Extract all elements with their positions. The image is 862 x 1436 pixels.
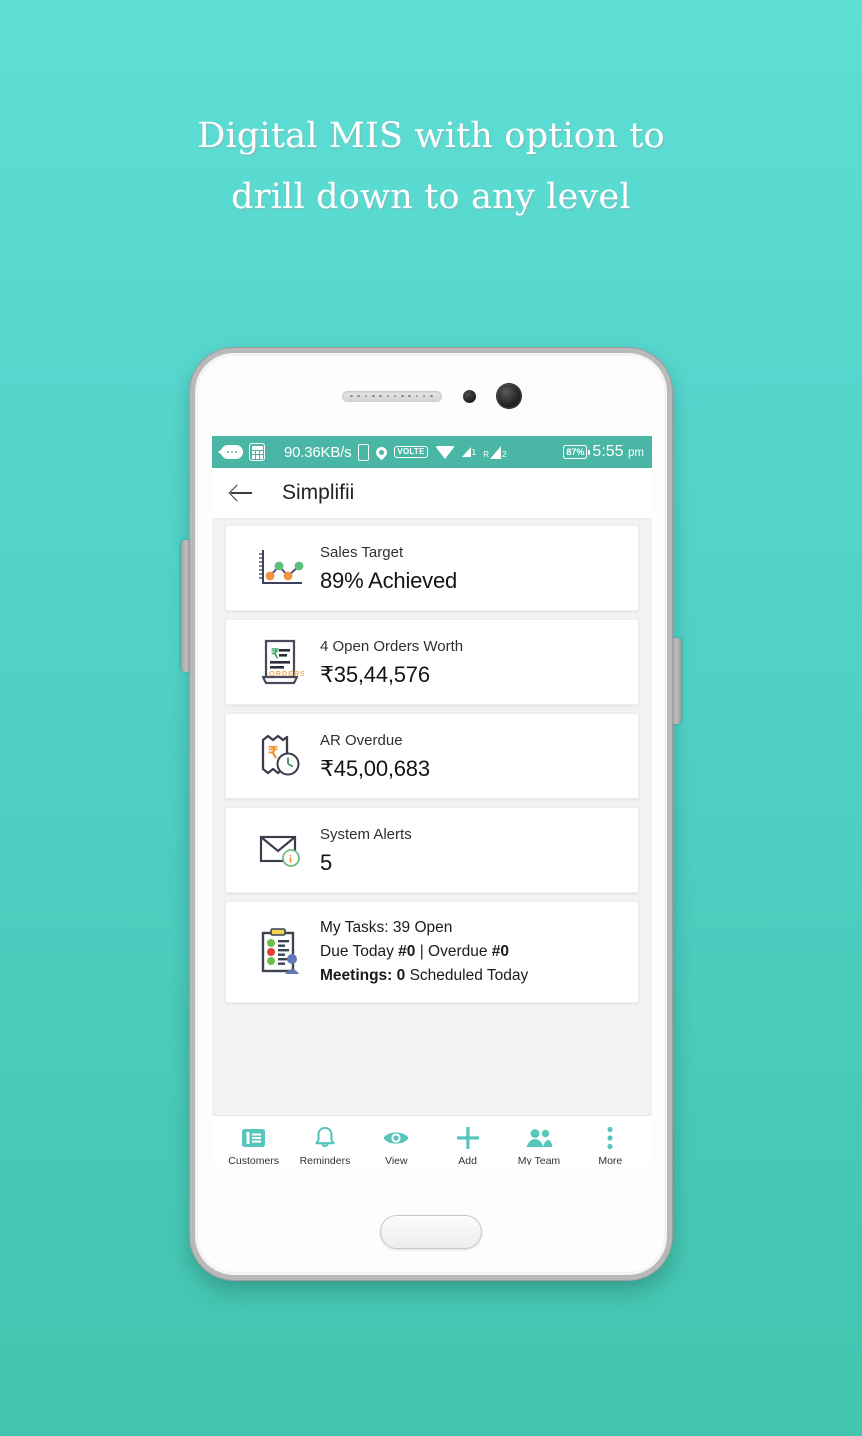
sim1-signal-icon: 1	[461, 447, 477, 457]
clipboard-person-icon	[242, 926, 320, 978]
tasks-line-3: Meetings: 0 Scheduled Today	[320, 967, 529, 985]
front-camera-icon	[496, 384, 521, 408]
card-label: AR Overdue	[320, 732, 403, 750]
clock-text: 5:55 pm	[592, 443, 644, 460]
eye-icon	[382, 1125, 410, 1151]
nav-item-reminders[interactable]: Reminders	[292, 1125, 358, 1165]
line-chart-icon	[242, 546, 320, 590]
battery-indicator: 87%	[563, 445, 590, 459]
location-pin-icon	[374, 444, 390, 460]
card-value: ₹45,00,683	[320, 755, 430, 781]
card-ar-overdue[interactable]: ₹ AR Overdue ₹45,00,683	[225, 713, 639, 799]
invoice-clock-icon: ₹	[242, 732, 320, 780]
volte-badge: VOLTE	[394, 446, 428, 458]
people-icon	[524, 1125, 554, 1151]
sim1-label: 1	[471, 447, 477, 457]
nav-label: My Team	[517, 1155, 561, 1165]
tasks-line-2: Due Today #0 | Overdue #0	[320, 943, 510, 961]
bottom-navigation-bar: Customers Reminders View Add My Team Mor…	[212, 1115, 652, 1165]
orders-document-icon: ₹ ORDERS	[242, 637, 320, 687]
card-value: 89% Achieved	[320, 567, 458, 593]
card-sales-target[interactable]: Sales Target 89% Achieved	[225, 525, 639, 611]
status-bar: 90.36KB/s VOLTE 1 R2 87% 5:55 pm	[212, 436, 652, 468]
headline-line-1: Digital MIS with option to	[197, 116, 665, 156]
customers-icon	[241, 1125, 266, 1151]
card-label: Sales Target	[320, 544, 404, 562]
plus-icon	[456, 1125, 480, 1151]
more-vertical-icon	[606, 1125, 614, 1151]
phone-body: 90.36KB/s VOLTE 1 R2 87% 5:55 pm Simplif…	[190, 348, 672, 1280]
app-title: Simplifii	[282, 481, 355, 504]
phone-icon	[358, 443, 370, 461]
svg-text:ORDERS: ORDERS	[269, 669, 304, 678]
svg-text:₹: ₹	[268, 745, 278, 762]
bell-icon	[314, 1125, 336, 1151]
tasks-line-1: My Tasks: 39 Open	[320, 919, 453, 936]
page-title: Digital MIS with option to drill down to…	[0, 106, 862, 228]
phone-screen: 90.36KB/s VOLTE 1 R2 87% 5:55 pm Simplif…	[212, 436, 652, 1165]
dashboard-card-list[interactable]: Sales Target 89% Achieved ₹ ORDERS 4 Ope…	[212, 519, 652, 1115]
home-button[interactable]	[380, 1215, 482, 1249]
nav-label: View	[385, 1155, 408, 1165]
network-speed-text: 90.36KB/s	[284, 443, 352, 461]
nav-item-more[interactable]: More	[577, 1125, 643, 1165]
nav-item-my-team[interactable]: My Team	[506, 1125, 572, 1165]
earpiece-speaker-icon	[341, 390, 442, 402]
calculator-grid-icon	[249, 443, 265, 461]
nav-item-view[interactable]: View	[363, 1125, 429, 1165]
card-label: System Alerts	[320, 826, 412, 844]
message-bubble-icon	[218, 445, 243, 459]
card-system-alerts[interactable]: i System Alerts 5	[225, 807, 639, 893]
phone-top-hardware	[195, 383, 667, 409]
nav-label: More	[598, 1155, 623, 1165]
card-value: 5	[320, 849, 333, 875]
card-label: 4 Open Orders Worth	[320, 638, 464, 656]
sim2-signal-icon: R2	[483, 445, 507, 459]
nav-label: Reminders	[299, 1155, 351, 1165]
nav-label: Customers	[228, 1155, 280, 1165]
wifi-icon	[434, 445, 455, 459]
nav-label: Add	[458, 1155, 477, 1165]
roaming-label: R	[483, 449, 490, 459]
back-arrow-icon[interactable]	[230, 481, 254, 505]
app-bar: Simplifii	[212, 468, 652, 519]
sim2-label: 2	[502, 448, 507, 459]
nav-item-customers[interactable]: Customers	[221, 1125, 287, 1165]
envelope-alert-icon: i	[242, 829, 320, 871]
headline-line-2: drill down to any level	[231, 177, 631, 217]
card-my-tasks[interactable]: My Tasks: 39 Open Due Today #0 | Overdue…	[225, 901, 639, 1004]
phone-mockup: 90.36KB/s VOLTE 1 R2 87% 5:55 pm Simplif…	[181, 348, 681, 1280]
card-open-orders[interactable]: ₹ ORDERS 4 Open Orders Worth ₹35,44,576	[225, 619, 639, 705]
card-value: ₹35,44,576	[320, 661, 430, 687]
proximity-sensor-icon	[462, 389, 476, 403]
svg-text:₹: ₹	[271, 646, 280, 661]
nav-item-add[interactable]: Add	[435, 1125, 501, 1165]
svg-text:i: i	[289, 854, 292, 866]
